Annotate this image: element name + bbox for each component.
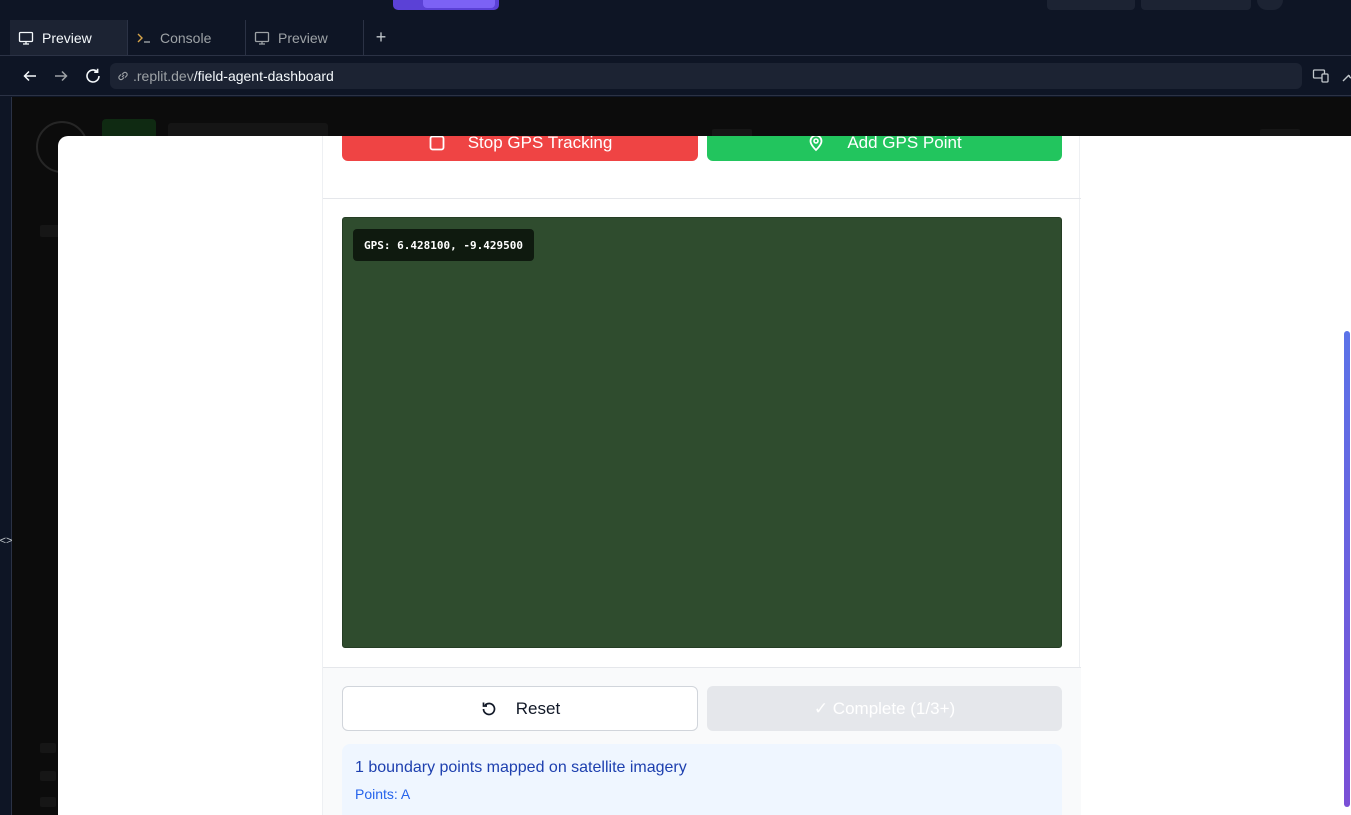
wrench-icon[interactable] bbox=[1338, 66, 1351, 86]
workspace-pill[interactable] bbox=[393, 0, 499, 10]
reset-button[interactable]: Reset bbox=[342, 686, 698, 731]
dim-label bbox=[40, 771, 56, 781]
url-bar: .replit.dev/field-agent-dashboard bbox=[0, 56, 1351, 96]
tab-console[interactable]: Console bbox=[128, 20, 246, 55]
stop-square-icon bbox=[428, 136, 446, 152]
scrollbar-thumb[interactable] bbox=[1344, 331, 1350, 807]
divider bbox=[323, 198, 1081, 199]
top-toolbar-box[interactable] bbox=[1141, 0, 1251, 10]
mapping-card: Stop GPS Tracking Add GPS Point GPS: 6.4… bbox=[322, 136, 1081, 815]
tab-label: Preview bbox=[42, 29, 92, 46]
dim-label bbox=[40, 743, 56, 753]
tab-bar: Preview Console Preview + bbox=[0, 20, 1351, 56]
link-icon bbox=[116, 69, 130, 83]
dim-label bbox=[40, 797, 56, 807]
points-list-text: Points: A bbox=[355, 786, 411, 802]
top-toolbar-box[interactable] bbox=[1047, 0, 1135, 10]
monitor-icon bbox=[18, 30, 34, 46]
divider bbox=[323, 667, 1081, 668]
monitor-icon bbox=[254, 30, 270, 46]
url-domain: .replit.dev bbox=[133, 68, 194, 84]
tab-preview[interactable]: Preview bbox=[10, 20, 128, 55]
tab-label: Preview bbox=[278, 29, 328, 46]
points-mapped-text: 1 boundary points mapped on satellite im… bbox=[355, 759, 687, 776]
mapping-info-box: 1 boundary points mapped on satellite im… bbox=[342, 744, 1062, 815]
plus-icon[interactable]: + bbox=[364, 20, 398, 55]
dim-label bbox=[40, 225, 60, 237]
reset-label: Reset bbox=[515, 698, 561, 718]
rotate-ccw-icon bbox=[480, 700, 498, 718]
modal-scrollbar[interactable] bbox=[1343, 136, 1351, 815]
resize-handle-icon[interactable]: <> bbox=[0, 533, 12, 549]
terminal-icon bbox=[136, 30, 152, 46]
forward-arrow-icon[interactable] bbox=[51, 66, 71, 86]
stop-gps-tracking-button[interactable]: Stop GPS Tracking bbox=[342, 136, 698, 161]
top-toolbar-avatar[interactable] bbox=[1257, 0, 1283, 10]
map-pin-icon bbox=[807, 136, 825, 152]
complete-button[interactable]: ✓ Complete (1/3+) bbox=[707, 686, 1062, 731]
gps-readout: GPS: 6.428100, -9.429500 bbox=[353, 229, 534, 261]
url-field[interactable]: .replit.dev/field-agent-dashboard bbox=[110, 63, 1302, 89]
left-rail: <> bbox=[0, 97, 12, 815]
boundary-mapping-modal: Stop GPS Tracking Add GPS Point GPS: 6.4… bbox=[58, 136, 1351, 815]
devices-icon[interactable] bbox=[1311, 66, 1331, 86]
top-strip bbox=[0, 0, 1351, 20]
tab-preview-2[interactable]: Preview bbox=[246, 20, 364, 55]
back-arrow-icon[interactable] bbox=[20, 66, 40, 86]
tab-label: Console bbox=[160, 29, 212, 46]
reload-icon[interactable] bbox=[83, 66, 103, 86]
satellite-map[interactable]: GPS: 6.428100, -9.429500 bbox=[342, 217, 1062, 648]
modal-footer: Reset ✓ Complete (1/3+) 1 boundary point… bbox=[323, 667, 1081, 815]
stop-button-label: Stop GPS Tracking bbox=[467, 136, 613, 152]
url-path: /field-agent-dashboard bbox=[193, 68, 334, 84]
add-gps-point-button[interactable]: Add GPS Point bbox=[707, 136, 1062, 161]
add-button-label: Add GPS Point bbox=[847, 136, 962, 152]
